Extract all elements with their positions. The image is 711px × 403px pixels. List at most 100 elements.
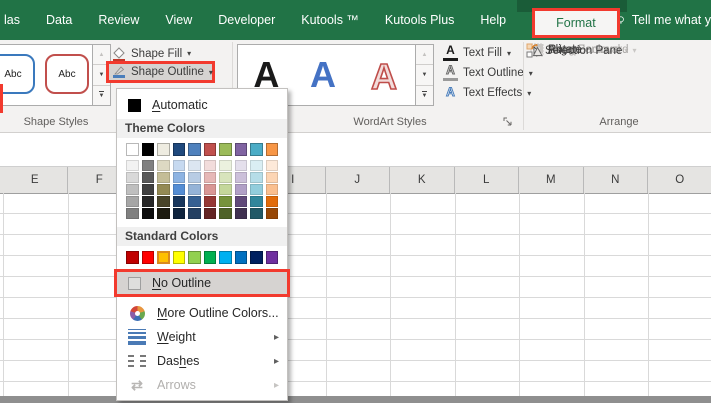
theme-variant-swatch-4-0[interactable] xyxy=(188,160,201,171)
text-outline-button[interactable]: A Text Outline ▾ xyxy=(443,63,533,83)
tab-developer[interactable]: Developer xyxy=(218,13,275,27)
theme-variant-swatch-3-4[interactable] xyxy=(173,208,186,219)
shape-style-thumb-red[interactable]: Abc xyxy=(45,54,89,94)
theme-variant-swatch-8-1[interactable] xyxy=(250,172,263,183)
theme-variant-swatch-7-2[interactable] xyxy=(235,184,248,195)
tab-format[interactable]: Format xyxy=(532,8,620,38)
standard-color-swatch-7[interactable] xyxy=(235,251,248,264)
tab-kutoolsplus[interactable]: Kutools Plus xyxy=(385,13,454,27)
theme-variant-swatch-0-3[interactable] xyxy=(126,196,139,207)
menu-item-no-outline[interactable]: No Outline xyxy=(117,272,287,294)
shape-styles-gallery[interactable]: Abc Abc ▲ ▼ ▼ xyxy=(0,44,111,106)
theme-variant-swatch-6-4[interactable] xyxy=(219,208,232,219)
theme-variant-swatch-5-0[interactable] xyxy=(204,160,217,171)
theme-color-swatch-3[interactable] xyxy=(173,143,186,156)
theme-variant-swatch-2-1[interactable] xyxy=(157,172,170,183)
theme-variant-swatch-8-4[interactable] xyxy=(250,208,263,219)
theme-color-swatch-7[interactable] xyxy=(235,143,248,156)
standard-color-swatch-8[interactable] xyxy=(250,251,263,264)
text-fill-button[interactable]: A Text Fill ▾ xyxy=(443,43,533,63)
theme-variant-swatch-6-1[interactable] xyxy=(219,172,232,183)
theme-variant-swatch-5-2[interactable] xyxy=(204,184,217,195)
theme-variant-swatch-5-1[interactable] xyxy=(204,172,217,183)
standard-color-swatch-4[interactable] xyxy=(188,251,201,264)
theme-variant-swatch-1-2[interactable] xyxy=(142,184,155,195)
wordart-style-red-outline[interactable]: A xyxy=(367,52,401,98)
theme-variant-swatch-7-0[interactable] xyxy=(235,160,248,171)
tab-view[interactable]: View xyxy=(165,13,192,27)
menu-item-dashes[interactable]: Dashes ▸ xyxy=(117,349,287,373)
theme-variant-swatch-4-2[interactable] xyxy=(188,184,201,195)
standard-color-swatch-1[interactable] xyxy=(142,251,155,264)
menu-item-automatic[interactable]: Automatic xyxy=(117,93,287,117)
theme-variant-swatch-2-3[interactable] xyxy=(157,196,170,207)
theme-variant-swatch-6-2[interactable] xyxy=(219,184,232,195)
theme-variant-swatch-0-4[interactable] xyxy=(126,208,139,219)
menu-item-weight[interactable]: Weight ▸ xyxy=(117,325,287,349)
tab-review[interactable]: Review xyxy=(98,13,139,27)
shape-outline-button[interactable]: Shape Outline ▾ xyxy=(112,64,215,80)
column-header-N[interactable]: N xyxy=(584,167,649,193)
theme-variant-swatch-1-1[interactable] xyxy=(142,172,155,183)
theme-variant-swatch-4-3[interactable] xyxy=(188,196,201,207)
wordart-dialog-launcher-icon[interactable] xyxy=(503,117,513,127)
theme-variant-swatch-2-0[interactable] xyxy=(157,160,170,171)
tab-las[interactable]: las xyxy=(4,13,20,27)
tab-data[interactable]: Data xyxy=(46,13,72,27)
column-header-M[interactable]: M xyxy=(519,167,584,193)
theme-variant-swatch-4-1[interactable] xyxy=(188,172,201,183)
theme-variant-swatch-0-1[interactable] xyxy=(126,172,139,183)
theme-variant-swatch-9-0[interactable] xyxy=(266,160,279,171)
theme-variant-swatch-0-0[interactable] xyxy=(126,160,139,171)
tab-kutools[interactable]: Kutools ™ xyxy=(301,13,359,27)
theme-variant-swatch-3-1[interactable] xyxy=(173,172,186,183)
theme-variant-swatch-7-1[interactable] xyxy=(235,172,248,183)
gallery-scroll-down-button[interactable]: ▼ xyxy=(416,65,433,85)
theme-variant-swatch-4-4[interactable] xyxy=(188,208,201,219)
theme-variant-swatch-6-3[interactable] xyxy=(219,196,232,207)
standard-color-swatch-0[interactable] xyxy=(126,251,139,264)
column-header-E[interactable]: E xyxy=(3,167,68,193)
theme-variant-swatch-3-0[interactable] xyxy=(173,160,186,171)
theme-color-swatch-8[interactable] xyxy=(250,143,263,156)
theme-variant-swatch-9-1[interactable] xyxy=(266,172,279,183)
theme-color-swatch-2[interactable] xyxy=(157,143,170,156)
gallery-more-button[interactable]: ▼ xyxy=(416,86,433,105)
theme-variant-swatch-8-3[interactable] xyxy=(250,196,263,207)
menu-item-more-outline-colors[interactable]: More Outline Colors... xyxy=(117,301,287,325)
theme-variant-swatch-2-2[interactable] xyxy=(157,184,170,195)
theme-color-swatch-6[interactable] xyxy=(219,143,232,156)
standard-color-swatch-6[interactable] xyxy=(219,251,232,264)
column-header-L[interactable]: L xyxy=(455,167,520,193)
theme-color-swatch-0[interactable] xyxy=(126,143,139,156)
shape-style-thumb-blue[interactable]: Abc xyxy=(0,54,35,94)
text-effects-button[interactable]: A Text Effects ▾ xyxy=(443,83,533,103)
theme-variant-swatch-0-2[interactable] xyxy=(126,184,139,195)
standard-color-swatch-3[interactable] xyxy=(173,251,186,264)
sheet-grid[interactable] xyxy=(0,193,711,396)
theme-variant-swatch-7-3[interactable] xyxy=(235,196,248,207)
standard-color-swatch-2[interactable] xyxy=(157,251,170,264)
theme-color-swatch-9[interactable] xyxy=(266,143,279,156)
theme-variant-swatch-7-4[interactable] xyxy=(235,208,248,219)
theme-variant-swatch-8-2[interactable] xyxy=(250,184,263,195)
theme-color-swatch-4[interactable] xyxy=(188,143,201,156)
theme-color-swatch-5[interactable] xyxy=(204,143,217,156)
theme-variant-swatch-1-4[interactable] xyxy=(142,208,155,219)
theme-variant-swatch-6-0[interactable] xyxy=(219,160,232,171)
theme-variant-swatch-5-3[interactable] xyxy=(204,196,217,207)
rotate-button[interactable]: Rotate xyxy=(530,43,582,57)
theme-variant-swatch-9-3[interactable] xyxy=(266,196,279,207)
theme-variant-swatch-5-4[interactable] xyxy=(204,208,217,219)
tell-me-box[interactable]: Tell me what y xyxy=(616,0,711,40)
theme-variant-swatch-3-3[interactable] xyxy=(173,196,186,207)
standard-color-swatch-9[interactable] xyxy=(266,251,279,264)
theme-variant-swatch-3-2[interactable] xyxy=(173,184,186,195)
column-header-J[interactable]: J xyxy=(326,167,391,193)
column-header-O[interactable]: O xyxy=(648,167,711,193)
theme-variant-swatch-1-0[interactable] xyxy=(142,160,155,171)
gallery-more-button[interactable]: ▼ xyxy=(93,86,110,105)
gallery-scroll-up-button[interactable]: ▲ xyxy=(416,45,433,65)
theme-variant-swatch-2-4[interactable] xyxy=(157,208,170,219)
standard-color-swatch-5[interactable] xyxy=(204,251,217,264)
